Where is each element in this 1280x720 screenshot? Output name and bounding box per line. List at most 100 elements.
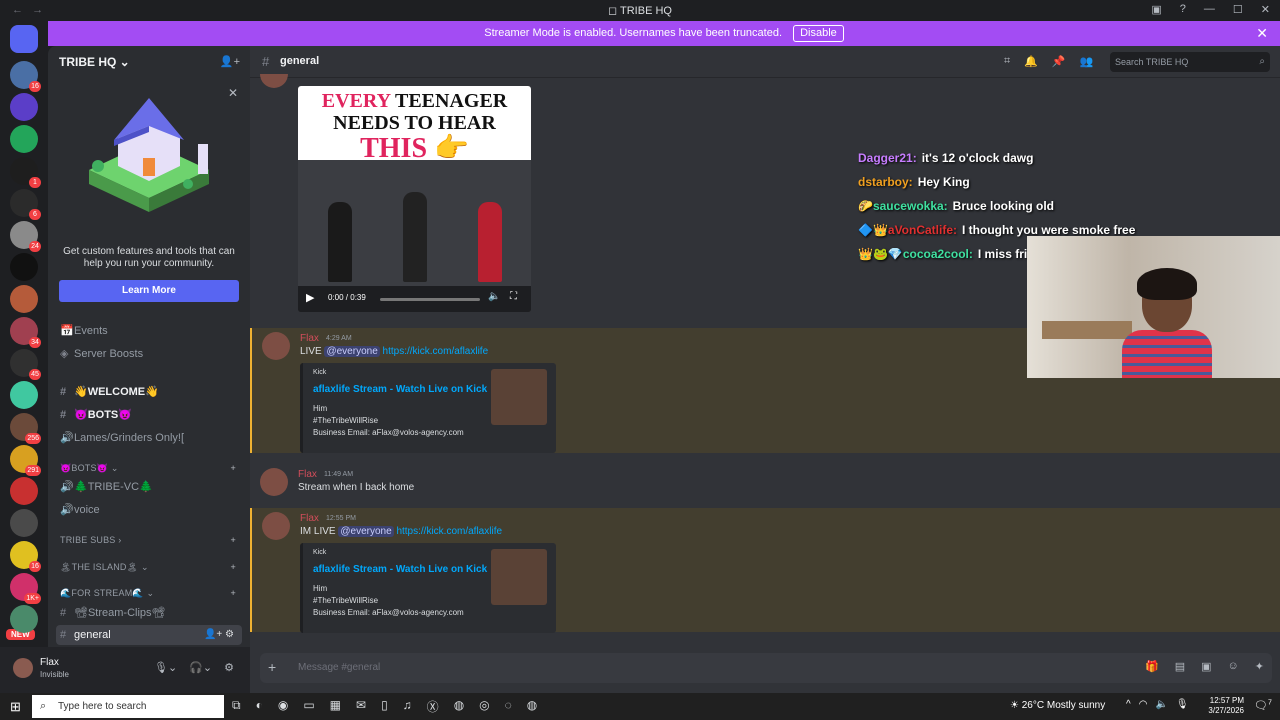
pin-icon[interactable]: 📌 xyxy=(1052,55,1066,68)
copilot-icon[interactable]: ◐ xyxy=(256,698,263,715)
server-icon[interactable] xyxy=(10,93,38,121)
close-window-button[interactable]: ✕ xyxy=(1261,3,1270,16)
server-icon[interactable]: 24 xyxy=(10,221,41,252)
server-icon[interactable]: 256 xyxy=(10,413,41,444)
edge-icon[interactable]: ◉ xyxy=(278,698,288,715)
file-explorer-icon[interactable]: ▭ xyxy=(303,698,314,715)
message-input[interactable]: Message #general xyxy=(298,662,380,673)
add-attachment-icon[interactable]: + xyxy=(268,659,276,675)
channel-item[interactable]: 🔊Lames/Grinders Only![ xyxy=(56,428,242,448)
category-header[interactable]: TRIBE SUBS › + xyxy=(56,530,242,550)
obs-icon[interactable]: ◍ xyxy=(527,698,537,715)
embed-title[interactable]: aflaxlife Stream - Watch Live on Kick xyxy=(313,564,487,575)
store-icon[interactable]: ▦ xyxy=(330,698,341,715)
channel-item[interactable]: 📅Events xyxy=(56,321,242,341)
bell-icon[interactable]: 🔔 xyxy=(1024,55,1038,68)
server-icon[interactable]: 1 xyxy=(10,157,41,188)
message-composer[interactable]: + Message #general 🎁 ▤ ▣ ☺ ✦ xyxy=(260,653,1272,683)
video-progress[interactable] xyxy=(380,298,480,301)
app-icon[interactable]: ◎ xyxy=(479,698,489,715)
channel-item[interactable]: # 👋WELCOME👋 xyxy=(56,382,242,402)
server-icon[interactable]: 6 xyxy=(10,189,41,220)
server-icon[interactable] xyxy=(10,125,38,153)
add-channel-icon[interactable]: + xyxy=(231,557,236,577)
play-icon[interactable]: ▶ xyxy=(306,291,314,304)
search-input[interactable]: Search TRIBE HQ ⌕ xyxy=(1110,52,1270,72)
mention[interactable]: @everyone xyxy=(324,346,380,357)
add-channel-icon[interactable]: + xyxy=(231,458,236,478)
message-author[interactable]: Flax xyxy=(300,333,319,344)
app-icon[interactable]: ◌ xyxy=(505,698,512,715)
threads-icon[interactable]: ⌗ xyxy=(1004,55,1010,68)
help-icon[interactable]: ? xyxy=(1180,3,1186,16)
server-icon[interactable] xyxy=(10,285,38,313)
message-author[interactable]: Flax xyxy=(298,469,317,480)
add-channel-icon[interactable]: + xyxy=(231,583,236,603)
channel-item[interactable]: 🔊🌲TRIBE-VC🌲 xyxy=(56,477,242,497)
taskbar-search-input[interactable]: ⌕ Type here to search xyxy=(32,695,224,718)
server-icon[interactable]: 45 xyxy=(10,349,41,380)
volume-icon[interactable]: 🔈 xyxy=(488,291,500,302)
learn-more-button[interactable]: Learn More xyxy=(59,280,239,302)
channel-settings-icon[interactable]: 👤+ ⚙ xyxy=(204,625,234,645)
server-icon[interactable] xyxy=(10,605,38,633)
gear-icon[interactable]: ⚙ xyxy=(224,661,234,674)
notification-icon[interactable]: 🗨7 xyxy=(1254,699,1272,712)
maximize-button[interactable]: ☐ xyxy=(1233,3,1243,16)
add-channel-icon[interactable]: + xyxy=(231,530,236,550)
category-header[interactable]: 🌊FOR STREAM🌊 ⌄ + xyxy=(56,583,242,603)
invite-people-icon[interactable]: 👤+ xyxy=(220,55,240,68)
server-icon[interactable]: 34 xyxy=(10,317,41,348)
disable-button[interactable]: Disable xyxy=(793,25,844,42)
minimize-button[interactable]: — xyxy=(1204,3,1215,16)
channel-item[interactable]: # 📽Stream-Clips📽 xyxy=(56,603,242,623)
close-banner-icon[interactable]: ✕ xyxy=(1256,21,1268,46)
server-icon[interactable]: 1K+ xyxy=(10,573,41,604)
chevron-up-icon[interactable]: ^ xyxy=(1126,699,1131,710)
channel-item[interactable]: # 😈BOTS😈 xyxy=(56,405,242,425)
server-icon[interactable] xyxy=(10,381,38,409)
apps-icon[interactable]: ✦ xyxy=(1255,660,1264,673)
message-link[interactable]: https://kick.com/aflaxlife xyxy=(383,346,489,357)
emoji-icon[interactable]: ☺ xyxy=(1228,660,1239,673)
inbox-icon[interactable]: ▣ xyxy=(1151,3,1161,16)
xbox-icon[interactable]: Ⓧ xyxy=(427,698,439,715)
server-icon[interactable] xyxy=(10,253,38,281)
members-icon[interactable]: 👥 xyxy=(1080,55,1094,68)
video-embed[interactable]: EVERY TEENAGER NEEDS TO HEAR THIS 👉 ▶ 0:… xyxy=(298,86,531,312)
server-header[interactable]: TRIBE HQ ⌄ 👤+ xyxy=(48,46,250,78)
task-view-icon[interactable]: ⧉ xyxy=(232,698,241,715)
taskbar-clock[interactable]: 12:57 PM 3/27/2026 xyxy=(1200,696,1244,716)
outlook-icon[interactable]: ✉ xyxy=(356,698,366,715)
server-icon[interactable]: 16 xyxy=(10,541,41,572)
server-icon[interactable] xyxy=(10,477,38,505)
gif-icon[interactable]: ▤ xyxy=(1175,660,1185,673)
embed-title[interactable]: aflaxlife Stream - Watch Live on Kick xyxy=(313,384,487,395)
avatar[interactable] xyxy=(13,658,33,678)
discord-home-icon[interactable] xyxy=(10,25,38,53)
server-icon[interactable]: 16 xyxy=(10,61,41,92)
mic-icon[interactable]: 🎙 xyxy=(1176,699,1189,710)
message-author[interactable]: Flax xyxy=(300,513,319,524)
mention[interactable]: @everyone xyxy=(338,526,394,537)
volume-icon[interactable]: 🔈 xyxy=(1155,699,1167,710)
wifi-icon[interactable]: ◠ xyxy=(1139,699,1148,710)
notepad-icon[interactable]: ▯ xyxy=(381,698,388,715)
channel-item[interactable]: ◈ Server Boosts xyxy=(56,344,242,364)
sticker-icon[interactable]: ▣ xyxy=(1201,660,1211,673)
fullscreen-icon[interactable]: ⛶ xyxy=(510,291,517,302)
server-icon[interactable] xyxy=(10,509,38,537)
server-icon[interactable]: 291 xyxy=(10,445,41,476)
weather-widget[interactable]: ☀ 26°C Mostly sunny xyxy=(1010,700,1105,711)
gift-icon[interactable]: 🎁 xyxy=(1145,660,1159,673)
message-link[interactable]: https://kick.com/aflaxlife xyxy=(396,526,502,537)
channel-item[interactable]: 🔊voice xyxy=(56,500,242,520)
spotify-icon[interactable]: ♫ xyxy=(403,698,412,715)
avatar[interactable] xyxy=(260,468,288,496)
discord-icon[interactable]: ◍ xyxy=(454,698,464,715)
category-header[interactable]: 😈BOTS😈 ⌄ + xyxy=(56,458,242,478)
windows-start-icon[interactable]: ⊞ xyxy=(10,699,21,715)
avatar[interactable] xyxy=(260,74,288,88)
category-header[interactable]: 🏝THE ISLAND🏝 ⌄ + xyxy=(56,557,242,577)
channel-item[interactable]: # general 👤+ ⚙ xyxy=(56,625,242,645)
